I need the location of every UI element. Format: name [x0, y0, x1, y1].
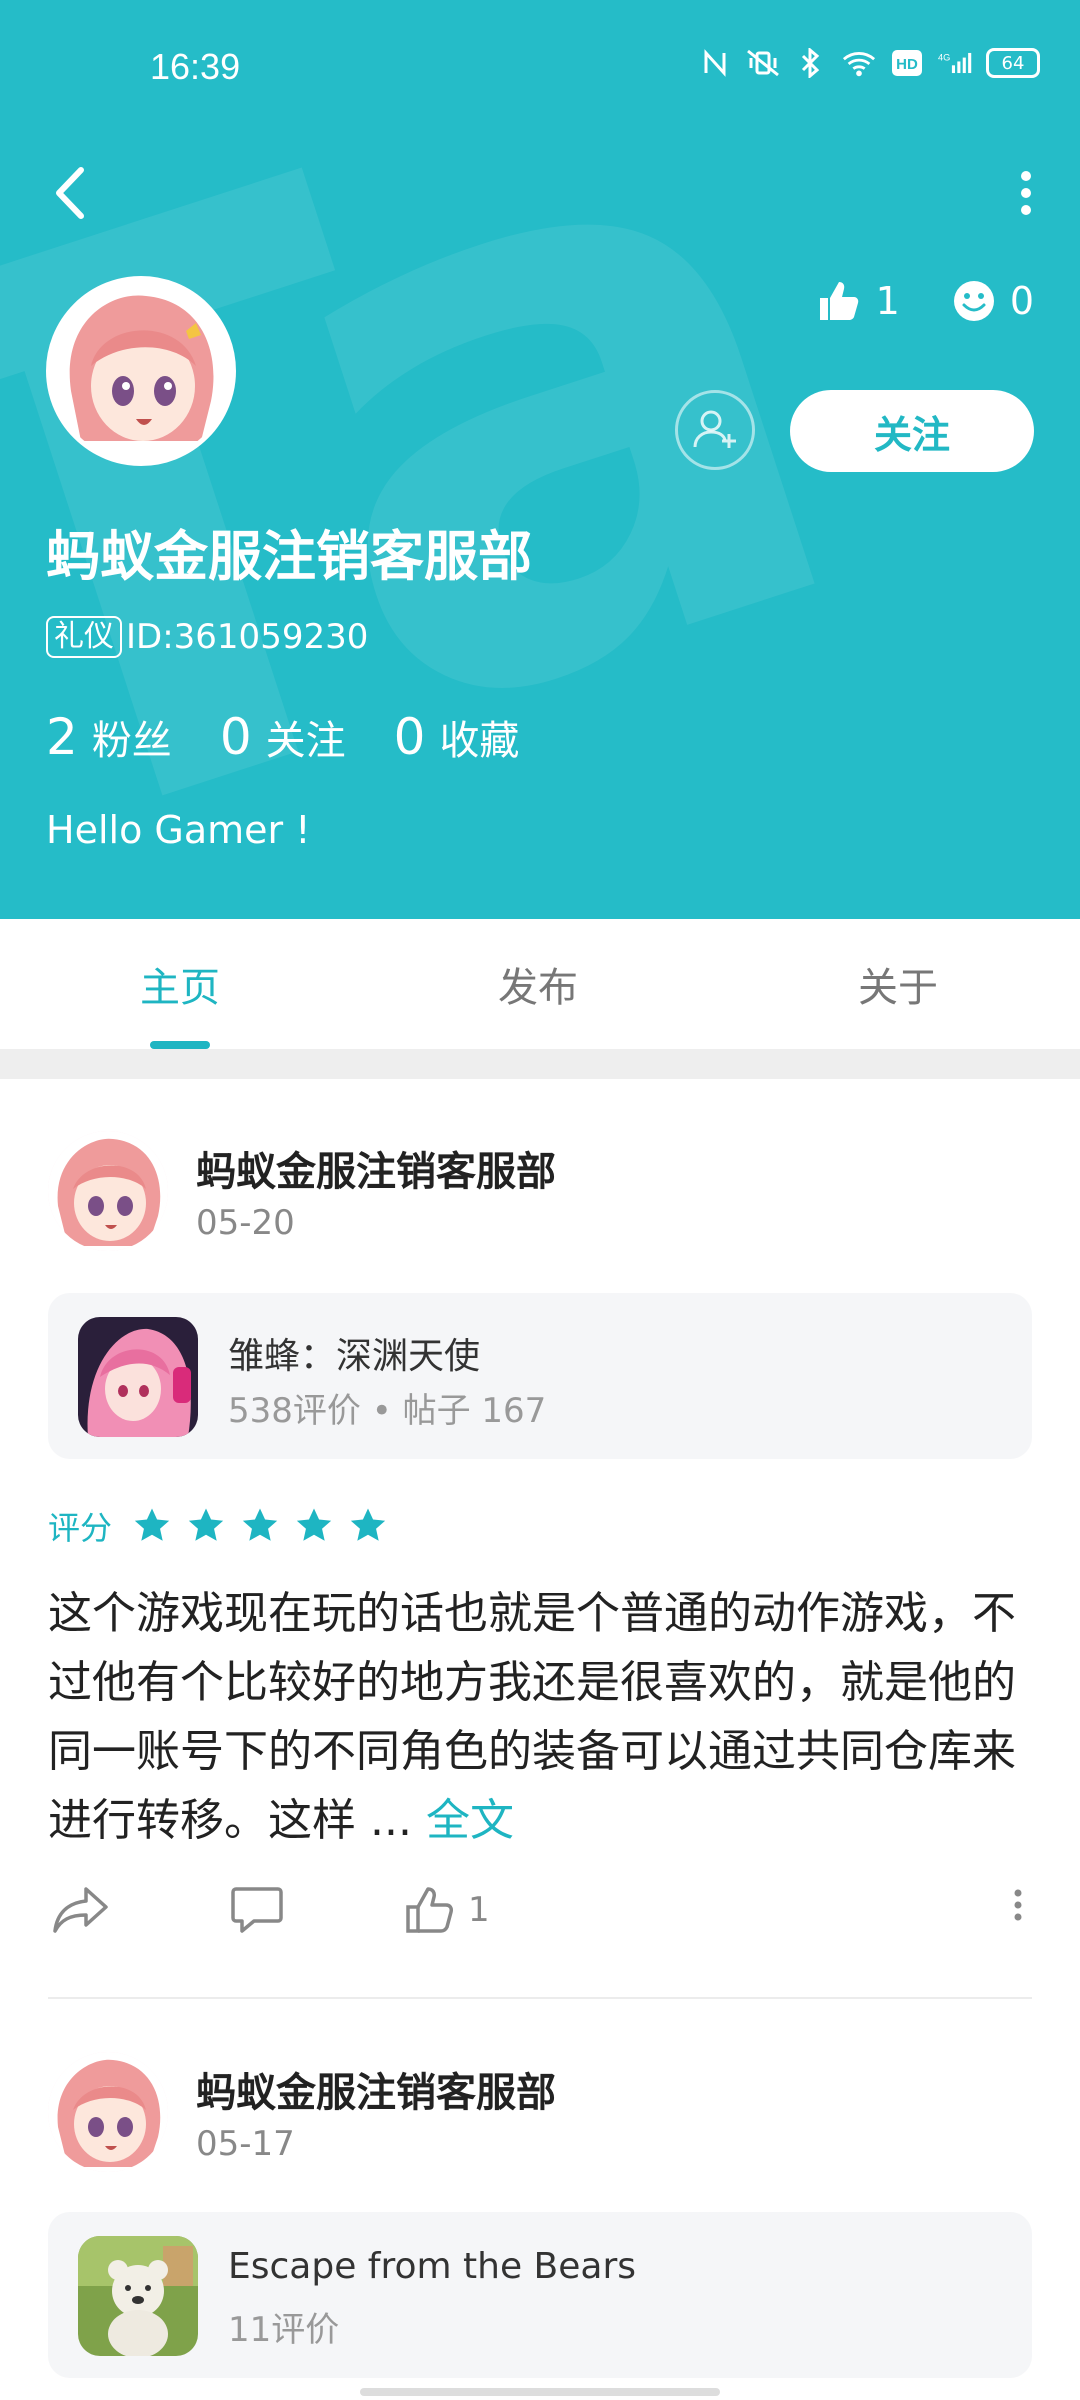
vibrate-icon — [746, 46, 780, 80]
profile-username: 蚂蚁金服注销客服部 — [46, 525, 532, 588]
smiles-count: 0 — [1009, 279, 1034, 323]
review-text[interactable]: 这个游戏现在玩的话也就是个普通的动作游戏，不过他有个比较好的地方我还是很喜欢的，… — [48, 1579, 1032, 1855]
post-separator — [48, 1997, 1032, 1999]
game-meta: 538评价 • 帖子 167 — [228, 1391, 547, 1431]
profile-reactions: 1 0 — [816, 278, 1034, 324]
post-date: 05-20 — [196, 1203, 295, 1243]
review-body: 这个游戏现在玩的话也就是个普通的动作游戏，不过他有个比较好的地方我还是很喜欢的，… — [48, 1588, 1016, 1846]
battery-icon: 64 — [986, 48, 1040, 78]
post-author-name[interactable]: 蚂蚁金服注销客服部 — [196, 1139, 556, 1197]
status-icons: HD 4G 64 — [698, 46, 1040, 80]
star-icon — [238, 1504, 282, 1548]
profile-page: Ta 16:39 HD 4G 64 1 0 关注 蚂蚁金服注销客服部 礼仪 ID… — [0, 0, 1080, 2400]
status-time: 16:39 — [150, 46, 241, 87]
game-card[interactable]: Escape from the Bears 11评价 — [48, 2212, 1032, 2378]
comment-button[interactable] — [230, 1885, 284, 1935]
smiles-stat[interactable]: 0 — [952, 278, 1034, 324]
favorites-count[interactable]: 0 收藏 — [394, 708, 520, 766]
chevron-left-icon — [56, 167, 84, 219]
read-full-link[interactable]: 全文 — [426, 1795, 514, 1846]
post-more-button[interactable] — [1012, 1885, 1024, 1925]
profile-avatar[interactable] — [46, 276, 236, 466]
comment-icon — [231, 1887, 283, 1933]
svg-text:4G: 4G — [938, 53, 950, 63]
more-options-button[interactable] — [996, 158, 1056, 228]
review-post: 蚂蚁金服注销客服部 05-17 Escape from the Bears 11… — [0, 2000, 1080, 2400]
likes-count: 1 — [875, 279, 900, 323]
game-title: 雏蜂：深渊天使 — [228, 1336, 481, 1377]
profile-id-line: 礼仪 ID:361059230 — [46, 616, 368, 658]
thumbs-up-icon — [406, 1887, 453, 1933]
star-icon — [346, 1504, 390, 1548]
more-vertical-icon — [1014, 1889, 1022, 1921]
review-post: 蚂蚁金服注销客服部 05-20 雏蜂：深渊天使 538评价 • 帖子 167 评… — [0, 1079, 1080, 1999]
section-divider — [0, 1049, 1080, 1079]
tab-posts[interactable]: 发布 — [498, 955, 578, 1013]
game-meta: 11评价 — [228, 2310, 340, 2350]
likes-stat[interactable]: 1 — [816, 278, 900, 324]
post-author-avatar[interactable] — [48, 1131, 168, 1251]
signal-4g-icon: 4G — [938, 46, 972, 80]
profile-tabs: 主页 发布 关于 — [0, 919, 1080, 1049]
star-icon — [292, 1504, 336, 1548]
active-tab-indicator — [150, 1041, 210, 1049]
profile-header: Ta 16:39 HD 4G 64 1 0 关注 蚂蚁金服注销客服部 礼仪 ID… — [0, 0, 1080, 919]
profile-id: ID:361059230 — [126, 617, 369, 657]
tab-home[interactable]: 主页 — [140, 955, 220, 1013]
post-actions: 1 — [0, 1885, 1080, 1965]
share-icon — [53, 1887, 108, 1933]
smile-icon — [953, 281, 994, 321]
star-icon — [184, 1504, 228, 1548]
rating-row: 评分 — [48, 1503, 390, 1549]
home-indicator[interactable] — [360, 2388, 720, 2396]
back-button[interactable] — [42, 158, 98, 228]
share-button[interactable] — [52, 1885, 110, 1935]
game-icon — [78, 1317, 198, 1437]
nfc-icon — [698, 46, 732, 80]
following-count[interactable]: 0 关注 — [220, 708, 346, 766]
status-bar: 16:39 HD 4G 64 — [0, 0, 1080, 134]
more-vertical-icon — [1021, 171, 1031, 215]
wifi-icon — [842, 46, 876, 80]
thumbs-up-icon — [819, 282, 858, 320]
tab-about[interactable]: 关于 — [858, 955, 938, 1013]
follow-button[interactable]: 关注 — [790, 390, 1034, 472]
game-card[interactable]: 雏蜂：深渊天使 538评价 • 帖子 167 — [48, 1293, 1032, 1459]
post-author-name[interactable]: 蚂蚁金服注销客服部 — [196, 2060, 556, 2118]
profile-bio: Hello Gamer ! — [46, 808, 311, 852]
profile-counts: 2 粉丝 0 关注 0 收藏 — [46, 708, 519, 766]
svg-text:HD: HD — [896, 56, 918, 73]
add-friend-button[interactable] — [675, 390, 755, 470]
game-icon — [78, 2236, 198, 2356]
like-count: 1 — [468, 1890, 490, 1930]
rating-label: 评分 — [48, 1509, 113, 1547]
etiquette-badge: 礼仪 — [46, 616, 122, 658]
bluetooth-icon — [794, 46, 828, 80]
add-user-icon — [693, 410, 736, 448]
game-title: Escape from the Bears — [228, 2246, 637, 2287]
star-icon — [130, 1504, 174, 1548]
post-date: 05-17 — [196, 2124, 295, 2164]
post-author-avatar[interactable] — [48, 2052, 168, 2172]
like-button[interactable]: 1 — [404, 1885, 490, 1935]
hd-icon: HD — [890, 46, 924, 80]
followers-count[interactable]: 2 粉丝 — [46, 708, 172, 766]
